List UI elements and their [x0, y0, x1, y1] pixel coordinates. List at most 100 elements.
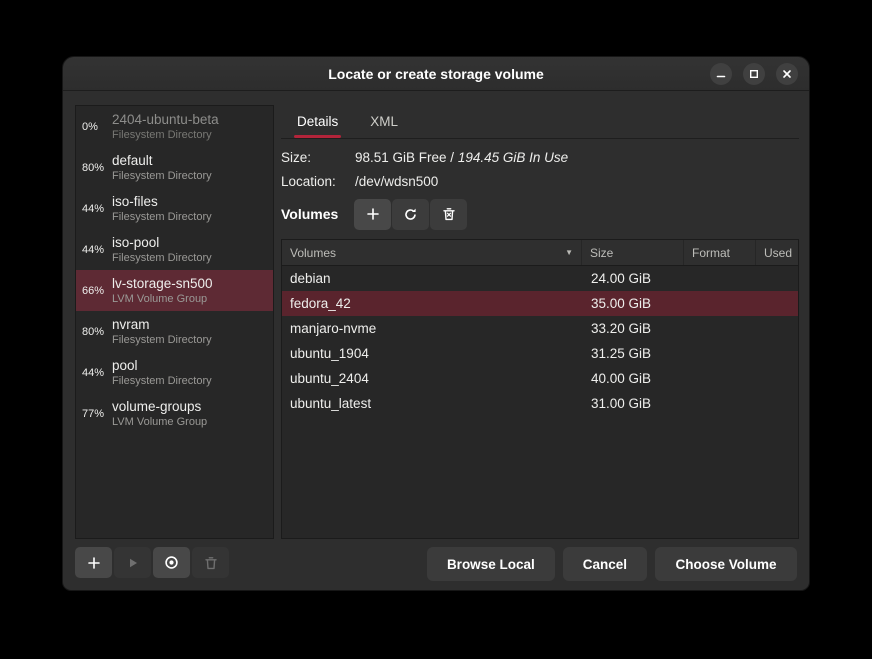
volume-row-fedora-42[interactable]: fedora_42 35.00 GiB	[282, 291, 798, 316]
pool-item-lv-storage-sn500[interactable]: 66% lv-storage-sn500 LVM Volume Group	[76, 270, 273, 311]
pool-type: Filesystem Directory	[112, 251, 212, 265]
add-pool-button[interactable]	[75, 547, 112, 578]
pool-name: volume-groups	[112, 398, 207, 416]
pool-type: Filesystem Directory	[112, 333, 212, 347]
minimize-icon	[716, 69, 726, 79]
delete-pool-button[interactable]	[192, 547, 229, 578]
window-title: Locate or create storage volume	[328, 66, 544, 82]
storage-pool-list: 0% 2404-ubuntu-beta Filesystem Directory…	[75, 105, 274, 539]
pool-name: nvram	[112, 316, 212, 334]
volume-size: 24.00 GiB	[582, 271, 684, 286]
play-icon	[127, 557, 139, 569]
delete-volume-button[interactable]	[430, 199, 467, 230]
pool-type: LVM Volume Group	[112, 415, 207, 429]
minimize-button[interactable]	[710, 63, 732, 85]
trash-icon	[442, 207, 456, 221]
trash-icon	[204, 556, 218, 570]
refresh-volumes-button[interactable]	[392, 199, 429, 230]
volume-name: ubuntu_2404	[282, 371, 582, 386]
column-header-volumes[interactable]: Volumes ▼	[282, 240, 582, 265]
pool-type: Filesystem Directory	[112, 374, 212, 388]
volumes-bar: Volumes	[281, 197, 799, 231]
volume-size: 31.25 GiB	[582, 346, 684, 361]
sort-descending-icon: ▼	[565, 248, 573, 257]
refresh-icon	[403, 207, 418, 222]
volume-size: 35.00 GiB	[582, 296, 684, 311]
pool-type: Filesystem Directory	[112, 128, 219, 142]
pool-item-2404-ubuntu-beta[interactable]: 0% 2404-ubuntu-beta Filesystem Directory	[76, 106, 273, 147]
add-volume-button[interactable]	[354, 199, 391, 230]
volume-row-ubuntu-2404[interactable]: ubuntu_2404 40.00 GiB	[282, 366, 798, 391]
pool-usage-percent: 80%	[82, 326, 112, 338]
window-controls	[710, 63, 798, 85]
size-row: Size: 98.51 GiB Free / 194.45 GiB In Use	[281, 146, 799, 168]
cancel-button[interactable]: Cancel	[563, 547, 647, 581]
volume-row-ubuntu-1904[interactable]: ubuntu_1904 31.25 GiB	[282, 341, 798, 366]
pool-item-iso-files[interactable]: 44% iso-files Filesystem Directory	[76, 188, 273, 229]
choose-volume-button[interactable]: Choose Volume	[655, 547, 797, 581]
column-header-format[interactable]: Format	[684, 240, 756, 265]
pool-name: 2404-ubuntu-beta	[112, 111, 219, 129]
size-in-use-value: 194.45 GiB In Use	[458, 150, 568, 165]
maximize-icon	[749, 69, 759, 79]
stop-pool-button[interactable]	[153, 547, 190, 578]
start-pool-button[interactable]	[114, 547, 151, 578]
detail-tabs: Details XML	[281, 105, 799, 139]
storage-volume-dialog: Locate or create storage volume	[62, 56, 810, 591]
pool-type: Filesystem Directory	[112, 169, 212, 183]
volume-name: debian	[282, 271, 582, 286]
pool-usage-percent: 44%	[82, 203, 112, 215]
pool-name: pool	[112, 357, 212, 375]
size-free-value: 98.51 GiB Free /	[355, 150, 454, 165]
pool-item-volume-groups[interactable]: 77% volume-groups LVM Volume Group	[76, 393, 273, 434]
pool-item-nvram[interactable]: 80% nvram Filesystem Directory	[76, 311, 273, 352]
volume-name: fedora_42	[282, 296, 582, 311]
browse-local-button[interactable]: Browse Local	[427, 547, 555, 581]
close-button[interactable]	[776, 63, 798, 85]
volume-size: 33.20 GiB	[582, 321, 684, 336]
plus-icon	[87, 556, 101, 570]
pool-item-iso-pool[interactable]: 44% iso-pool Filesystem Directory	[76, 229, 273, 270]
record-circle-icon	[164, 555, 179, 570]
pool-usage-percent: 66%	[82, 285, 112, 297]
volume-row-debian[interactable]: debian 24.00 GiB	[282, 266, 798, 291]
dialog-action-buttons: Browse Local Cancel Choose Volume	[427, 547, 797, 581]
volumes-table-header: Volumes ▼ Size Format Used	[282, 240, 798, 266]
volume-row-manjaro-nvme[interactable]: manjaro-nvme 33.20 GiB	[282, 316, 798, 341]
pool-item-pool[interactable]: 44% pool Filesystem Directory	[76, 352, 273, 393]
pool-name: default	[112, 152, 212, 170]
pool-usage-percent: 77%	[82, 408, 112, 420]
plus-icon	[366, 207, 380, 221]
pool-usage-percent: 44%	[82, 244, 112, 256]
size-label: Size:	[281, 150, 355, 165]
titlebar: Locate or create storage volume	[63, 57, 809, 91]
location-value: /dev/wdsn500	[355, 174, 438, 189]
volume-row-ubuntu-latest[interactable]: ubuntu_latest 31.00 GiB	[282, 391, 798, 416]
volumes-label: Volumes	[281, 206, 354, 222]
pool-name: iso-files	[112, 193, 212, 211]
tab-details[interactable]: Details	[281, 105, 354, 138]
tab-xml-label: XML	[370, 114, 398, 129]
tab-details-label: Details	[297, 114, 338, 129]
pool-name: lv-storage-sn500	[112, 275, 213, 293]
column-header-size[interactable]: Size	[582, 240, 684, 265]
pool-usage-percent: 44%	[82, 367, 112, 379]
volume-size: 40.00 GiB	[582, 371, 684, 386]
column-header-used[interactable]: Used	[756, 240, 798, 265]
pool-item-default[interactable]: 80% default Filesystem Directory	[76, 147, 273, 188]
volume-name: ubuntu_1904	[282, 346, 582, 361]
location-row: Location: /dev/wdsn500	[281, 170, 799, 192]
maximize-button[interactable]	[743, 63, 765, 85]
pool-name: iso-pool	[112, 234, 212, 252]
pool-usage-percent: 80%	[82, 162, 112, 174]
volume-size: 31.00 GiB	[582, 396, 684, 411]
volume-toolbar	[354, 199, 467, 230]
pool-usage-percent: 0%	[82, 121, 112, 133]
pool-type: LVM Volume Group	[112, 292, 213, 306]
pool-toolbar	[75, 547, 229, 578]
volume-name: ubuntu_latest	[282, 396, 582, 411]
close-icon	[782, 69, 792, 79]
pool-type: Filesystem Directory	[112, 210, 212, 224]
volumes-table: Volumes ▼ Size Format Used debian 24.00 …	[281, 239, 799, 539]
tab-xml[interactable]: XML	[354, 105, 414, 138]
